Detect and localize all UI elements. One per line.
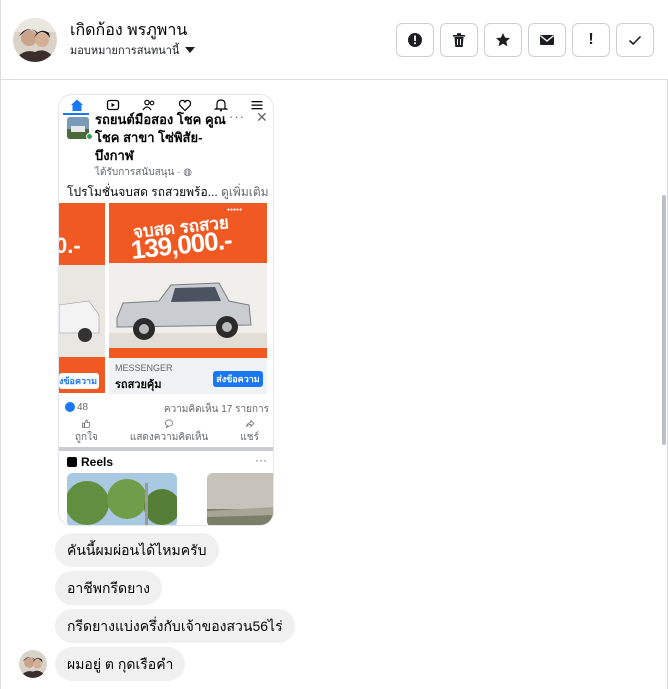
star-button[interactable]	[484, 23, 522, 57]
spam-button[interactable]	[396, 23, 434, 57]
share-action-label: แชร์	[240, 432, 259, 443]
ad-card-main: ●●●●● จบสด รถสวย 139,000.-	[109, 203, 267, 358]
like-action: ถูกใจ	[75, 419, 98, 445]
message-bubble[interactable]: กรีดยางแบ่งครึ่งกับเจ้าของสวน56ไร่	[55, 609, 295, 643]
video-icon	[106, 98, 120, 112]
ad-brand-logo: ●●●●●	[227, 207, 243, 213]
star-icon	[496, 33, 510, 47]
share-action: แชร์	[240, 419, 259, 445]
feed-separator	[59, 447, 273, 451]
sender-avatar	[19, 650, 47, 678]
ad-send-message-cta: ส่งข้อความ	[213, 371, 263, 387]
contact-name[interactable]: เกิดก้อง พรภูพาน	[70, 18, 187, 43]
ad-left-price: 0.-	[59, 233, 81, 258]
globe-icon: ◍	[180, 167, 192, 178]
exclamation-icon: !	[588, 31, 594, 48]
reels-icon	[67, 457, 77, 467]
ad-messenger-label: MESSENGER	[115, 363, 173, 373]
trash-icon	[453, 33, 465, 47]
ad-left-photo	[59, 265, 105, 357]
message-bubble[interactable]: อาชีพกรีดยาง	[55, 571, 162, 605]
scrollbar-thumb[interactable]	[662, 195, 666, 445]
comment-action: แสดงความคิดเห็น	[130, 419, 208, 445]
post-caption: โปรโมชั่นจบสด รถสวยพร้อ... ดูเพิ่มเติม	[67, 183, 273, 202]
reels-more-icon: ···	[255, 453, 267, 467]
nav-active-indicator	[63, 113, 89, 115]
message-bubble[interactable]: ผมอยู่ ต กุดเรือคำ	[55, 647, 186, 681]
conversation-panel: เกิดก้อง พรภูพาน มอบหมายการสนทนานี้ ! รถ…	[0, 0, 668, 689]
post-page-name: รถยนต์มือสอง โชค คูณโชค สาขา โซ่พิสัย-บึ…	[95, 112, 226, 163]
alert-circle-icon	[408, 33, 422, 47]
ad-messenger-text: รถสวยคุ้ม	[115, 379, 162, 391]
avatar-photo	[19, 650, 47, 678]
ad-left-cta: ่งข้อความ	[59, 373, 99, 389]
sponsored-text: ได้รับการสนับสนุน ·	[95, 167, 181, 178]
contact-avatar[interactable]	[13, 18, 57, 62]
like-count: 48	[65, 402, 88, 417]
comment-action-label: แสดงความคิดเห็น	[129, 432, 209, 443]
online-dot	[86, 133, 93, 140]
comment-icon	[165, 419, 174, 428]
caption-text: โปรโมชั่นจบสด รถสวยพร้อ...	[67, 185, 218, 199]
delete-button[interactable]	[440, 23, 478, 57]
reaction-summary: 48 ความคิดเห็น 17 รายการ	[65, 402, 269, 417]
like-action-label: ถูกใจ	[75, 432, 98, 443]
home-icon	[70, 98, 84, 112]
conversation-actions: !	[396, 23, 654, 57]
post-action-row: ถูกใจ แสดงความคิดเห็น แชร์	[59, 419, 273, 445]
caption-see-more: ดูเพิ่มเติม	[221, 185, 269, 199]
conversation-header: เกิดก้อง พรภูพาน มอบหมายการสนทนานี้ !	[1, 0, 668, 80]
close-icon: ✕	[256, 109, 268, 125]
comment-count: ความคิดเห็น 17 รายการ	[163, 404, 269, 415]
share-icon	[245, 419, 255, 428]
ad-messenger-row: MESSENGER รถสวยคุ้ม ส่งข้อความ	[109, 358, 267, 394]
reel-thumbnail	[67, 473, 177, 525]
more-options-icon: ···	[229, 109, 245, 124]
dating-heart-icon	[178, 98, 192, 112]
reel-thumbnail	[207, 473, 273, 525]
envelope-icon	[540, 35, 554, 45]
assign-label: มอบหมายการสนทนานี้	[70, 45, 180, 57]
thumbs-up-icon	[82, 419, 91, 428]
avatar-photo	[13, 18, 57, 62]
like-count-value: 48	[77, 402, 89, 413]
message-bubble[interactable]: คันนี้ผมผ่อนได้ไหมครับ	[55, 533, 219, 567]
friends-icon	[142, 98, 156, 112]
like-badge-icon	[65, 402, 75, 413]
mark-unread-button[interactable]	[528, 23, 566, 57]
done-button[interactable]	[616, 23, 654, 57]
follow-up-button[interactable]: !	[572, 23, 610, 57]
ad-car-photo	[109, 263, 267, 358]
reels-header: Reels	[67, 455, 113, 469]
bell-icon	[214, 98, 228, 112]
caret-down-icon	[185, 47, 196, 53]
ad-card-previous: 0.- ่งข้อความ	[59, 203, 105, 393]
sponsored-label: ได้รับการสนับสนุน · ◍	[95, 165, 192, 180]
check-icon	[628, 35, 642, 46]
ad-footer-strip	[109, 348, 267, 358]
shared-image-attachment[interactable]: รถยนต์มือสอง โชค คูณโชค สาขา โซ่พิสัย-บึ…	[58, 94, 274, 526]
assign-conversation-dropdown[interactable]: มอบหมายการสนทนานี้	[70, 41, 196, 59]
reels-title-text: Reels	[81, 455, 114, 469]
